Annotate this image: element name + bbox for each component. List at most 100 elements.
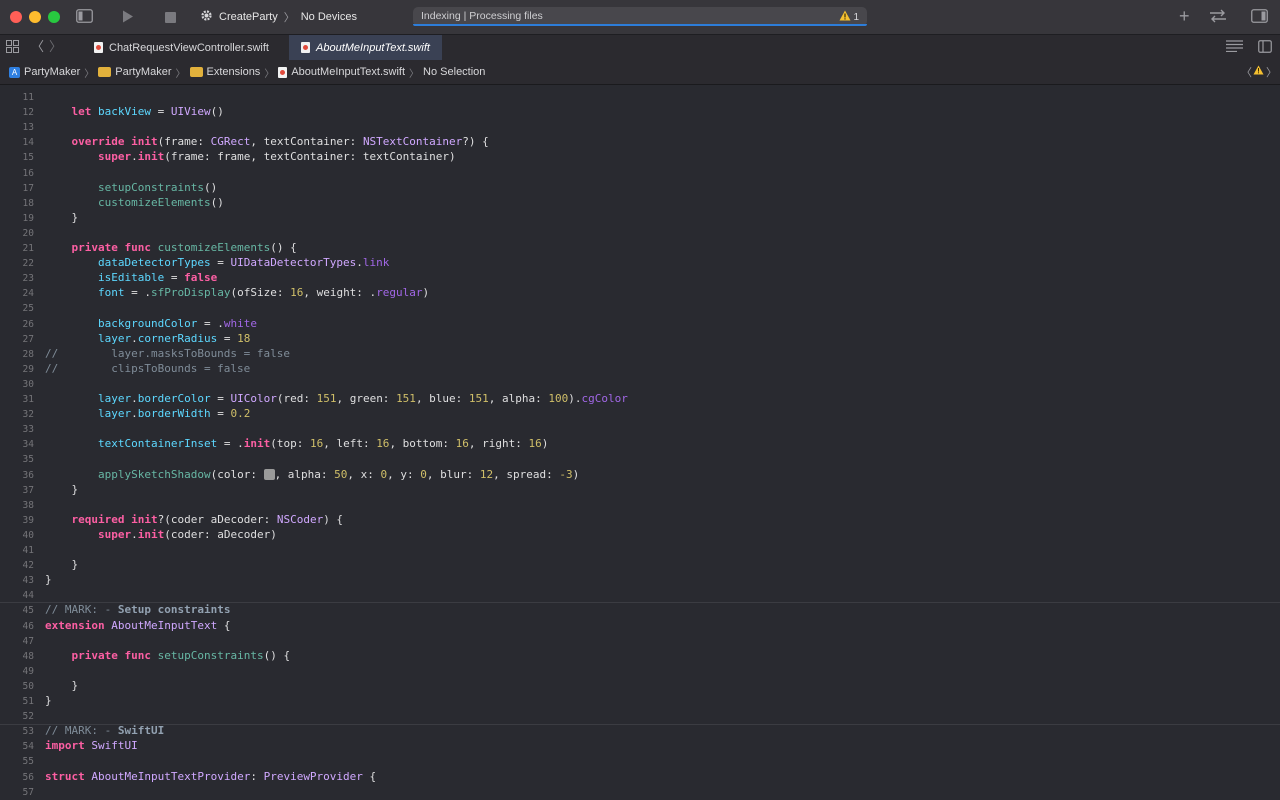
code-text: setupConstraints() — [97, 180, 218, 194]
code-line[interactable]: 24 font = .sfProDisplay(ofSize: 16, weig… — [0, 285, 1280, 300]
code-line[interactable]: 18 customizeElements() — [0, 195, 1280, 210]
add-icon[interactable]: + — [1179, 7, 1190, 25]
tab-aboutmeinputtext[interactable]: AboutMeInputText.swift — [289, 35, 442, 60]
line-number: 56 — [22, 771, 34, 783]
code-line[interactable]: 56 struct AboutMeInputTextProvider: Previ… — [0, 769, 1280, 784]
line-number: 42 — [22, 560, 34, 572]
code-line[interactable]: 40 super.init(coder: aDecoder) — [0, 527, 1280, 542]
code-line[interactable]: 49 — [0, 663, 1280, 678]
code-line[interactable]: 39 required init?(coder aDecoder: NSCode… — [0, 512, 1280, 527]
code-line[interactable]: 34 textContainerInset = .init(top: 16, l… — [0, 436, 1280, 451]
code-line[interactable]: 38 — [0, 497, 1280, 512]
scheme-project: CreateParty — [219, 11, 278, 23]
code-line[interactable]: 35 — [0, 451, 1280, 466]
code-line[interactable]: 12 let backView = UIView() — [0, 104, 1280, 119]
line-number: 32 — [22, 409, 34, 421]
code-line[interactable]: 51} — [0, 693, 1280, 708]
line-number: 12 — [22, 107, 34, 119]
code-line[interactable]: 21 private func customizeElements() { — [0, 240, 1280, 255]
code-line[interactable]: 47 — [0, 633, 1280, 648]
code-line[interactable]: 43} — [0, 572, 1280, 587]
minimize-window-button[interactable] — [29, 11, 41, 23]
previous-issue-chevron-icon[interactable]: 〈 — [1241, 64, 1252, 80]
line-number: 48 — [22, 650, 34, 662]
activity-status-text: Indexing | Processing files — [421, 10, 543, 22]
stop-icon[interactable] — [165, 11, 176, 27]
breadcrumb-separator-icon: 〉 — [84, 68, 95, 80]
code-text: textContainerInset = .init(top: 16, left… — [97, 437, 549, 451]
code-line[interactable]: 45 // MARK: - Setup constraints — [0, 602, 1280, 617]
breadcrumb-file[interactable]: AboutMeInputText.swift — [278, 66, 405, 78]
code-line[interactable]: 26 backgroundColor = .white — [0, 316, 1280, 331]
code-line[interactable]: 13 — [0, 119, 1280, 134]
code-line[interactable]: 36 applySketchShadow(color: , alpha: 50,… — [0, 467, 1280, 482]
line-number: 21 — [22, 243, 34, 254]
code-line[interactable]: 52 — [0, 708, 1280, 723]
code-line[interactable]: 30 — [0, 376, 1280, 391]
run-icon[interactable] — [122, 10, 134, 27]
code-line[interactable]: 27 layer.cornerRadius = 18 — [0, 331, 1280, 346]
code-line[interactable]: 41 — [0, 542, 1280, 557]
code-line[interactable]: 19 } — [0, 210, 1280, 225]
code-text: super.init(coder: aDecoder) — [97, 527, 277, 541]
code-line[interactable]: 37 } — [0, 482, 1280, 497]
code-line[interactable]: 53 // MARK: - SwiftUI — [0, 723, 1280, 738]
code-line[interactable]: 32 layer.borderWidth = 0.2 — [0, 406, 1280, 421]
forward-chevron-icon[interactable]: 〉 — [49, 39, 62, 55]
code-line[interactable]: 33 — [0, 421, 1280, 436]
zoom-window-button[interactable] — [48, 11, 60, 23]
code-line[interactable]: 46 extension AboutMeInputText { — [0, 618, 1280, 633]
code-line[interactable]: 20 — [0, 225, 1280, 240]
code-line[interactable]: 11 — [0, 89, 1280, 104]
tab-chatrequestviewcontroller[interactable]: ChatRequestViewController.swift — [82, 35, 278, 60]
breadcrumb-group[interactable]: PartyMaker — [98, 66, 172, 78]
code-text: layer.cornerRadius = 18 — [97, 331, 251, 345]
navigator-toggle-icon[interactable] — [76, 9, 93, 27]
inspector-toggle-icon[interactable] — [1251, 9, 1268, 27]
scheme-selector[interactable]: CreateParty 〉 No Devices — [200, 9, 357, 25]
line-number: 44 — [22, 590, 34, 602]
line-number: 27 — [22, 333, 34, 345]
next-issue-chevron-icon[interactable]: 〉 — [1266, 64, 1277, 80]
close-window-button[interactable] — [10, 11, 22, 23]
code-line[interactable]: 31 layer.borderColor = UIColor(red: 151,… — [0, 391, 1280, 406]
code-line[interactable]: 14 override init(frame: CGRect, textCont… — [0, 134, 1280, 149]
issue-warning-icon[interactable] — [1253, 65, 1264, 78]
color-literal-swatch[interactable] — [263, 468, 275, 480]
code-text: font = .sfProDisplay(ofSize: 16, weight:… — [97, 286, 430, 300]
code-line[interactable]: 48 private func setupConstraints() { — [0, 648, 1280, 663]
code-text: import SwiftUI — [45, 739, 138, 753]
line-number: 23 — [22, 273, 34, 285]
breadcrumb-selection[interactable]: No Selection — [423, 66, 485, 78]
breadcrumb-folder[interactable]: Extensions — [189, 66, 260, 78]
line-number: 57 — [22, 786, 34, 798]
line-number: 14 — [22, 137, 34, 149]
code-review-icon[interactable] — [1209, 9, 1227, 27]
code-line[interactable]: 57 — [0, 784, 1280, 799]
code-line[interactable]: 55 — [0, 753, 1280, 768]
code-line[interactable]: 50 } — [0, 678, 1280, 693]
line-number: 43 — [22, 575, 34, 587]
code-line[interactable]: 23 isEditable = false — [0, 270, 1280, 285]
code-line[interactable]: 54 import SwiftUI — [0, 738, 1280, 753]
code-line[interactable]: 42 } — [0, 557, 1280, 572]
code-text: isEditable = false — [97, 271, 218, 285]
related-items-grid-icon[interactable] — [6, 40, 19, 57]
code-line[interactable]: 16 — [0, 165, 1280, 180]
code-line[interactable]: 29 // clipsToBounds = false — [0, 361, 1280, 376]
code-line[interactable]: 22 dataDetectorTypes = UIDataDetectorTyp… — [0, 255, 1280, 270]
back-chevron-icon[interactable]: 〈 — [31, 39, 44, 55]
code-line[interactable]: 28 // layer.masksToBounds = false — [0, 346, 1280, 361]
line-number: 22 — [22, 258, 34, 270]
code-line[interactable]: 25 — [0, 300, 1280, 315]
code-line[interactable]: 44 — [0, 587, 1280, 602]
warning-indicator[interactable]: 1 — [839, 10, 859, 24]
split-editor-icon[interactable] — [1258, 40, 1272, 57]
source-editor[interactable]: 11 12 let backView = UIView() 13 14 overrid… — [0, 85, 1280, 800]
code-line[interactable]: 15 super.init(frame: frame, textContaine… — [0, 149, 1280, 164]
breadcrumb-project[interactable]: A PartyMaker — [9, 66, 80, 78]
code-line[interactable]: 17 setupConstraints() — [0, 180, 1280, 195]
editor-options-icon[interactable] — [1226, 40, 1243, 56]
line-number: 40 — [22, 529, 34, 541]
breadcrumb-file-label: AboutMeInputText.swift — [291, 66, 406, 78]
